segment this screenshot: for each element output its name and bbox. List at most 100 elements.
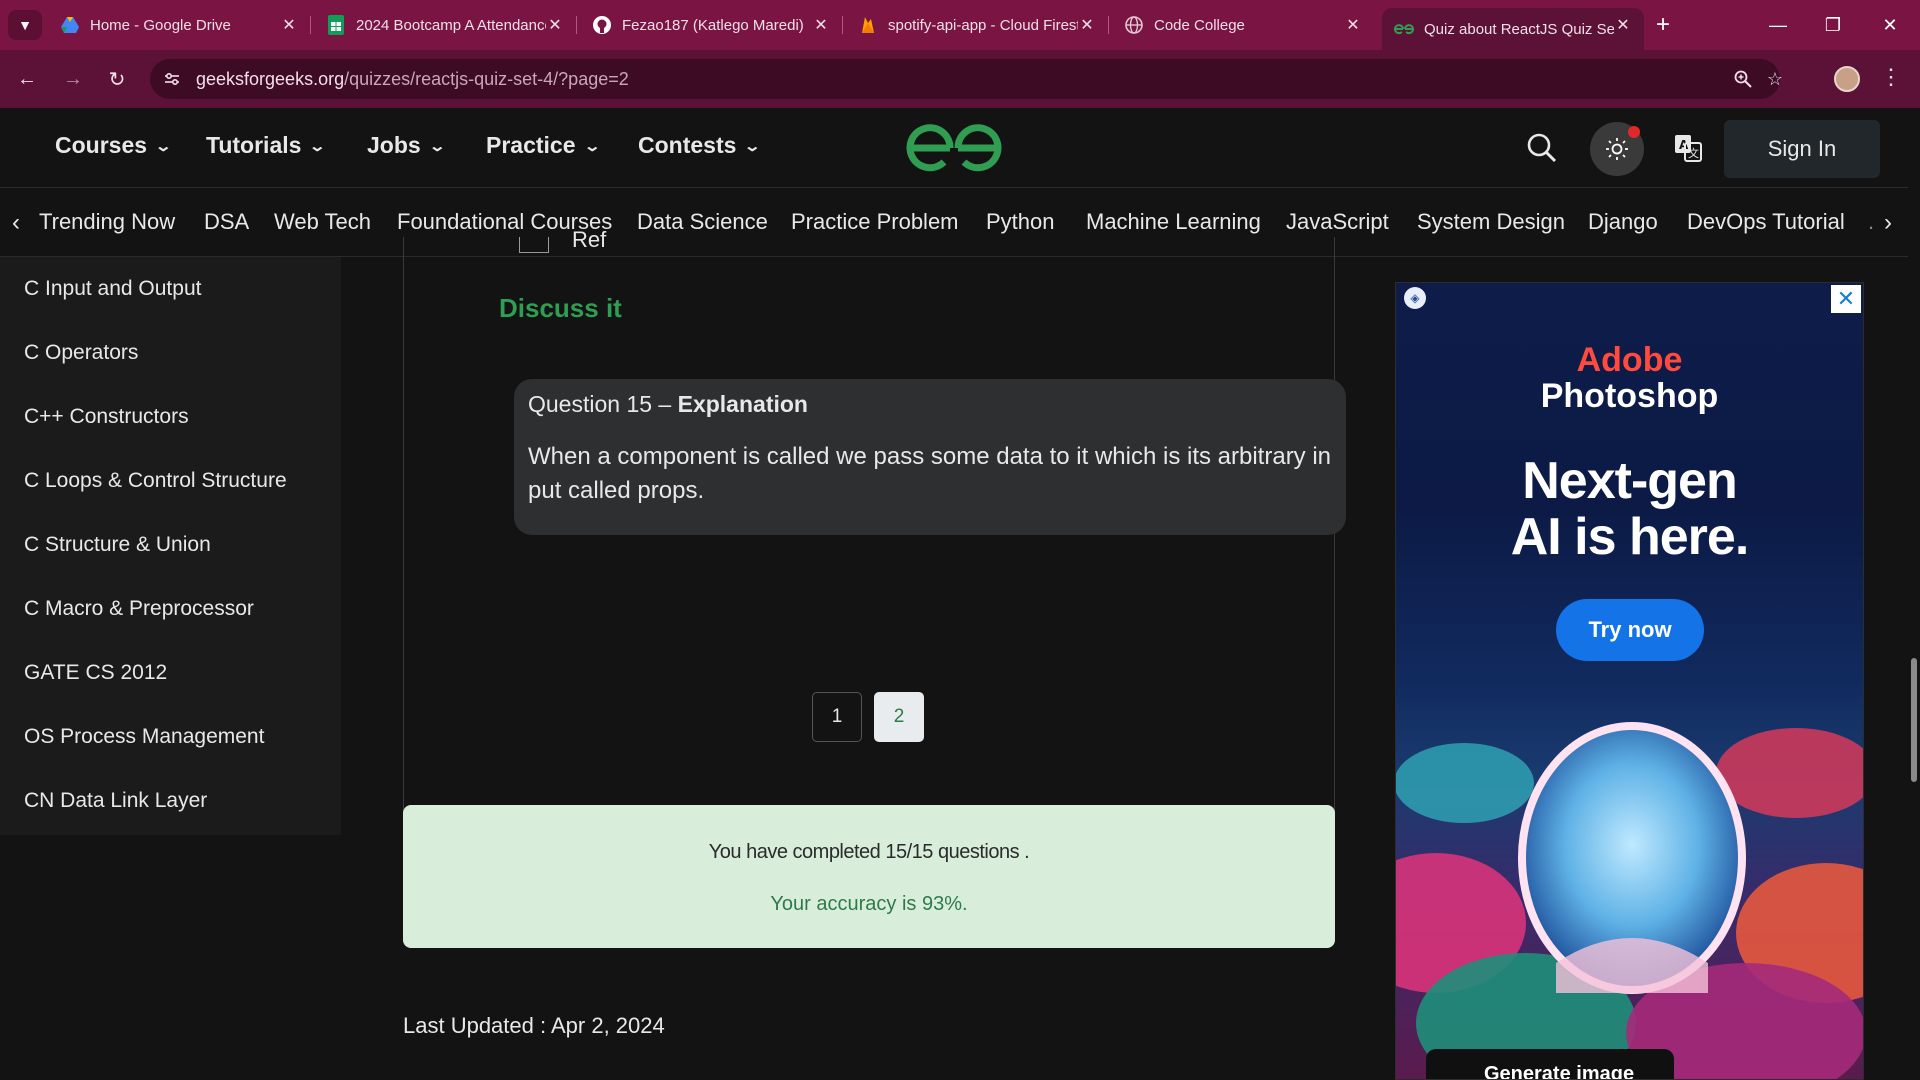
minimize-icon[interactable]: — — [1758, 10, 1798, 40]
url-domain: geeksforgeeks.org — [196, 69, 345, 89]
page-scrollbar[interactable] — [1908, 108, 1920, 1080]
tab-google-drive[interactable]: Home - Google Drive ✕ — [48, 8, 311, 42]
translate-icon[interactable]: A文 — [1668, 128, 1708, 168]
restore-icon[interactable]: ❐ — [1813, 10, 1853, 40]
tab-label: 2024 Bootcamp A Attendance — [356, 16, 546, 34]
sidebar-link[interactable]: C Input and Output — [24, 277, 201, 301]
tab-label: Quiz about ReactJS Quiz Set 4 — [1424, 20, 1614, 38]
ad-generate-image-button[interactable]: Generate image — [1426, 1049, 1674, 1079]
ad-brand: Adobe — [1576, 341, 1683, 379]
gfg-icon — [1394, 19, 1414, 39]
topic-link[interactable]: Data Science — [637, 209, 768, 235]
address-bar[interactable]: geeksforgeeks.org/quizzes/reactjs-quiz-s… — [150, 59, 1783, 99]
github-icon — [592, 15, 612, 35]
nav-jobs[interactable]: Jobs ⌄ — [367, 132, 446, 159]
tab-gfg-quiz-active[interactable]: Quiz about ReactJS Quiz Set 4 ✕ — [1382, 8, 1644, 50]
completed-text: You have completed 15/15 questions . — [708, 841, 1030, 863]
close-tab-icon[interactable]: ✕ — [1076, 14, 1098, 36]
forward-icon[interactable]: → — [58, 64, 88, 94]
sidebar-link[interactable]: C Structure & Union — [24, 533, 211, 557]
zoom-icon[interactable] — [1732, 68, 1754, 90]
discuss-link[interactable]: Discuss it — [499, 293, 622, 324]
tab-github[interactable]: Fezao187 (Katlego Maredi) ✕ — [580, 8, 843, 42]
page-2-button[interactable]: 2 — [874, 692, 924, 742]
nav-practice[interactable]: Practice ⌄ — [486, 132, 601, 159]
tab-sheets[interactable]: 2024 Bootcamp A Attendance ✕ — [314, 8, 577, 42]
nav-label: Tutorials — [206, 132, 302, 158]
search-icon[interactable] — [1522, 128, 1562, 168]
option-checkbox[interactable] — [519, 237, 549, 253]
option-label[interactable]: Ref — [572, 227, 606, 253]
topic-link[interactable]: JavaScript — [1286, 209, 1389, 235]
close-tab-icon[interactable]: ✕ — [278, 14, 300, 36]
sidebar-link[interactable]: OS Process Management — [24, 725, 264, 749]
url-text[interactable]: geeksforgeeks.org/quizzes/reactjs-quiz-s… — [196, 69, 629, 90]
ad-try-now-button[interactable]: Try now — [1556, 599, 1704, 661]
sidebar-link[interactable]: C Operators — [24, 341, 138, 365]
topic-link[interactable]: Practice Problem — [791, 209, 959, 235]
quiz-main: Ref Discuss it Question 15 – Explanation… — [341, 227, 1376, 1080]
sidebar-link[interactable]: C Macro & Preprocessor — [24, 597, 254, 621]
page-1-button[interactable]: 1 — [812, 692, 862, 742]
topic-link[interactable]: Trending Now — [39, 209, 175, 235]
new-tab-icon[interactable]: + — [1650, 11, 1676, 38]
browser-toolbar: ← → ↻ geeksforgeeks.org/quizzes/reactjs-… — [0, 50, 1920, 108]
globe-icon — [1124, 15, 1144, 35]
advertisement[interactable]: ◈ ✕ Adobe Photoshop Next-gen AI is here. — [1395, 282, 1864, 1080]
back-icon[interactable]: ← — [12, 64, 42, 94]
tab-firebase[interactable]: spotify-api-app - Cloud Firestore ✕ — [846, 8, 1109, 42]
sidebar-link[interactable]: C++ Constructors — [24, 405, 189, 429]
ad-headline-line: AI is here. — [1510, 508, 1750, 566]
tab-separator — [310, 16, 311, 34]
tab-search-button[interactable]: ▼ — [8, 10, 42, 40]
topic-link[interactable]: Django — [1588, 209, 1658, 235]
nav-tutorials[interactable]: Tutorials ⌄ — [206, 132, 327, 159]
tab-label: Home - Google Drive — [90, 16, 231, 34]
sidebar-link[interactable]: C Loops & Control Structure — [24, 469, 287, 493]
reload-icon[interactable]: ↻ — [102, 64, 132, 94]
chevron-down-icon: ⌄ — [583, 137, 601, 155]
sidebar-link[interactable]: CN Data Link Layer — [24, 789, 207, 813]
site-header: Courses ⌄ Tutorials ⌄ Jobs ⌄ Practice ⌄ Cont… — [0, 108, 1920, 188]
ad-choices-icon[interactable]: ◈ — [1404, 287, 1426, 309]
topic-link[interactable]: System Design — [1417, 209, 1565, 235]
sidebar-link[interactable]: GATE CS 2012 — [24, 661, 167, 685]
sun-icon — [1606, 138, 1628, 160]
tab-separator — [842, 16, 843, 34]
quiz-result-box: You have completed 15/15 questions . You… — [403, 805, 1335, 948]
ad-coral-artwork — [1396, 722, 1863, 1079]
topic-link[interactable]: Python — [986, 209, 1055, 235]
nav-courses[interactable]: Courses ⌄ — [55, 132, 172, 159]
profile-avatar[interactable] — [1834, 66, 1860, 92]
close-ad-icon[interactable]: ✕ — [1831, 285, 1861, 313]
topic-link[interactable]: DSA — [204, 209, 249, 235]
topic-link[interactable]: DevOps Tutorial — [1687, 209, 1845, 235]
tab-separator — [576, 16, 577, 34]
sign-in-button[interactable]: Sign In — [1724, 120, 1880, 178]
topic-link[interactable]: Machine Learning — [1086, 209, 1261, 235]
chevron-left-icon[interactable]: ‹ — [12, 209, 20, 237]
gfg-logo[interactable] — [906, 122, 1002, 174]
nav-label: Courses — [55, 132, 148, 158]
close-tab-icon[interactable]: ✕ — [544, 14, 566, 36]
scrollbar-thumb[interactable] — [1911, 658, 1917, 782]
tab-code-college[interactable]: Code College ✕ — [1112, 8, 1374, 42]
close-tab-icon[interactable]: ✕ — [810, 14, 832, 36]
close-window-icon[interactable]: ✕ — [1870, 10, 1910, 40]
tab-separator — [1108, 16, 1109, 34]
chevron-down-icon: ⌄ — [428, 137, 446, 155]
bookmark-star-icon[interactable]: ☆ — [1764, 68, 1786, 90]
ad-headline-line: Next-gen — [1522, 452, 1737, 510]
close-tab-icon[interactable]: ✕ — [1612, 14, 1634, 36]
google-drive-icon — [60, 15, 80, 35]
chevron-right-icon[interactable]: › — [1884, 209, 1892, 237]
nav-contests[interactable]: Contests ⌄ — [638, 132, 762, 159]
topic-link[interactable]: Web Tech — [274, 209, 371, 235]
site-info-icon[interactable] — [162, 69, 182, 89]
tab-label: Fezao187 (Katlego Maredi) — [622, 16, 804, 34]
last-updated: Last Updated : Apr 2, 2024 — [403, 1013, 665, 1038]
related-sidebar: C Input and Output C Operators C++ Const… — [0, 257, 341, 835]
browser-menu-icon[interactable]: ⋮ — [1880, 64, 1902, 90]
close-tab-icon[interactable]: ✕ — [1342, 14, 1364, 36]
notification-dot — [1628, 126, 1640, 138]
